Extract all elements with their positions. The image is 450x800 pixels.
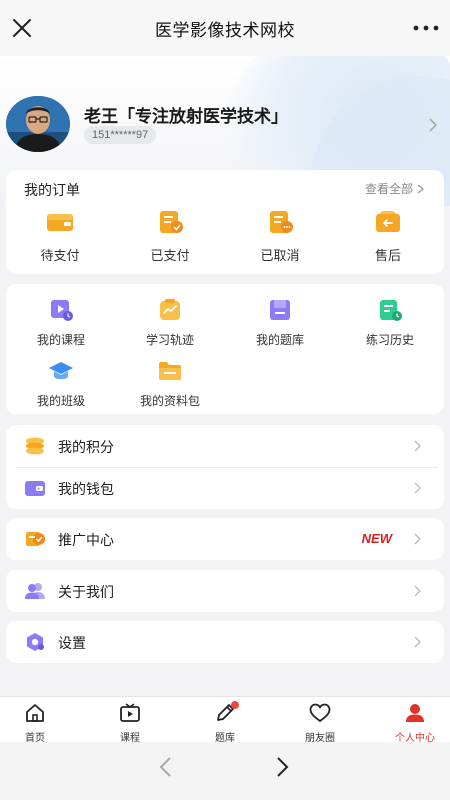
learning-track-icon [160, 299, 180, 320]
browser-nav-bar [0, 742, 450, 800]
my-points-row[interactable]: 我的积分 [6, 425, 444, 467]
chevron-right-icon[interactable] [274, 756, 290, 778]
person-icon [406, 704, 424, 722]
feature-label: 练习历史 [365, 333, 414, 347]
practice-history[interactable]: 练习历史 [340, 298, 440, 348]
feature-label: 我的班级 [36, 394, 85, 408]
notification-dot [231, 701, 239, 709]
paid-order-icon [160, 211, 183, 233]
page-title: 医学影像技术网校 [155, 20, 295, 40]
more-dots-icon[interactable] [412, 18, 440, 38]
my-question-bank[interactable]: 我的题库 [230, 298, 330, 348]
heart-icon [309, 703, 331, 723]
chevron-left-icon[interactable] [158, 756, 174, 778]
tab-home[interactable]: 首页 [0, 703, 80, 744]
profile-section[interactable]: 老王「专注放射医学技术」 151******97 [0, 96, 450, 156]
promotion-center-label: 推广中心 [58, 532, 114, 548]
settings-label: 设置 [58, 635, 86, 651]
order-cancelled[interactable]: 已取消 [240, 210, 320, 264]
feature-label: 我的题库 [255, 333, 304, 347]
features-card: 我的课程 学习轨迹 我的题库 练习历史 我的班级 我的资料包 [6, 284, 444, 414]
bottom-tab-bar: 首页 课程 题库 朋友圈 个人中心 [0, 696, 450, 744]
order-item-label: 已支付 [150, 248, 190, 263]
tab-moments[interactable]: 朋友圈 [275, 703, 365, 744]
close-icon[interactable] [10, 16, 34, 40]
settings-card: 设置 [6, 621, 444, 663]
chevron-right-icon [414, 533, 421, 545]
orders-title: 我的订单 [24, 182, 80, 198]
points-wallet-card: 我的积分 我的钱包 [6, 425, 444, 509]
cancelled-order-icon [270, 211, 293, 233]
tv-icon [120, 703, 140, 722]
about-us-row[interactable]: 关于我们 [6, 570, 444, 612]
my-wallet-row[interactable]: 我的钱包 [6, 467, 444, 509]
about-us-label: 关于我们 [58, 584, 114, 600]
chevron-right-icon [417, 183, 424, 194]
settings-row[interactable]: 设置 [6, 621, 444, 663]
top-bar: 医学影像技术网校 [0, 0, 450, 56]
orders-card: 我的订单 查看全部 待支付 已支付 已取消 售后 [6, 170, 444, 274]
course-play-icon [51, 300, 73, 321]
feature-label: 我的课程 [36, 333, 85, 347]
order-item-label: 待支付 [40, 248, 80, 263]
chevron-right-icon [429, 118, 438, 132]
after-sales-icon [376, 211, 400, 232]
my-points-label: 我的积分 [58, 439, 114, 455]
folder-icon [159, 362, 181, 380]
about-card: 关于我们 [6, 570, 444, 612]
order-item-label: 已取消 [260, 248, 300, 263]
tab-profile[interactable]: 个人中心 [370, 703, 450, 744]
order-item-label: 售后 [374, 248, 401, 263]
chevron-right-icon [414, 440, 421, 452]
my-materials[interactable]: 我的资料包 [120, 359, 220, 409]
graduation-cap-icon [49, 362, 73, 380]
view-all-orders-link[interactable]: 查看全部 [365, 180, 424, 197]
question-bank-icon [270, 300, 290, 320]
promotion-icon [26, 532, 45, 546]
feature-label: 我的资料包 [139, 394, 200, 408]
order-paid[interactable]: 已支付 [130, 210, 210, 264]
promotion-center-row[interactable]: 推广中心 NEW [6, 518, 444, 560]
tab-question-bank[interactable]: 题库 [180, 701, 270, 744]
practice-history-icon [380, 300, 402, 321]
chevron-right-icon [414, 585, 421, 597]
settings-icon [27, 633, 44, 651]
user-name: 老王「专注放射医学技术」 [84, 107, 288, 126]
order-after-sales[interactable]: 售后 [348, 210, 428, 264]
coins-icon [26, 437, 44, 455]
chevron-right-icon [414, 482, 421, 494]
new-badge: NEW [361, 531, 392, 546]
wallet-icon [25, 481, 45, 496]
feature-label: 学习轨迹 [145, 333, 194, 347]
user-phone: 151******97 [84, 126, 157, 144]
learning-track[interactable]: 学习轨迹 [120, 298, 220, 348]
my-wallet-label: 我的钱包 [58, 481, 114, 497]
my-courses[interactable]: 我的课程 [11, 298, 111, 348]
my-class[interactable]: 我的班级 [11, 359, 111, 409]
home-icon [26, 704, 44, 722]
view-all-label: 查看全部 [364, 182, 413, 196]
wallet-icon [47, 214, 73, 231]
avatar[interactable] [6, 96, 70, 152]
tab-courses[interactable]: 课程 [85, 703, 175, 744]
chevron-right-icon [414, 636, 421, 648]
users-icon [25, 583, 45, 599]
promotion-card: 推广中心 NEW [6, 518, 444, 560]
order-pending-payment[interactable]: 待支付 [20, 210, 100, 264]
